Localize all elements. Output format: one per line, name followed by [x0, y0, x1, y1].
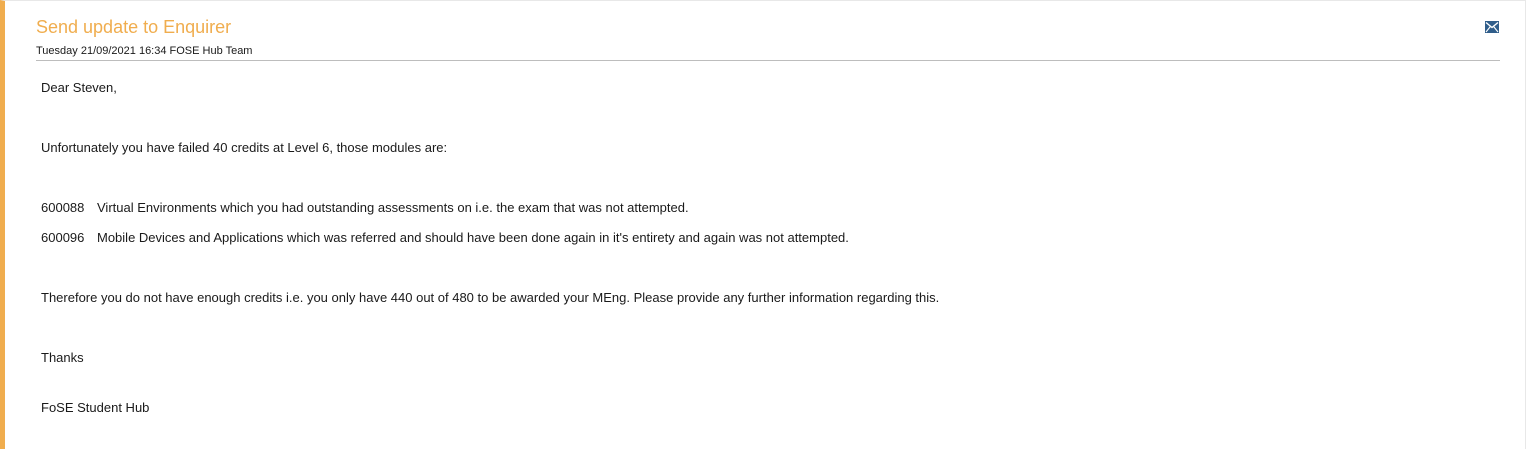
message-title: Send update to Enquirer [36, 17, 232, 37]
email-signature: FoSE Student Hub [41, 400, 150, 415]
email-intro: Unfortunately you have failed 40 credits… [41, 140, 448, 155]
message-card: Send update to Enquirer Tuesday 21/09/20… [0, 0, 1526, 449]
module-text: Mobile Devices and Applications which wa… [97, 230, 849, 245]
module-code: 600096 [41, 230, 85, 245]
message-meta: Tuesday 21/09/2021 16:34 FOSE Hub Team [36, 45, 253, 57]
email-summary: Therefore you do not have enough credits… [41, 290, 940, 305]
mail-icon[interactable] [1485, 21, 1499, 33]
mail-icon-glyph [1485, 21, 1499, 33]
message-header: Send update to Enquirer Tuesday 21/09/20… [36, 15, 1500, 61]
module-code: 600088 [41, 200, 85, 215]
module-line: 600096 Mobile Devices and Applications wh… [41, 229, 849, 247]
module-text: Virtual Environments which you had outst… [97, 200, 689, 215]
email-sign-off: Thanks [41, 350, 84, 365]
email-greeting: Dear Steven, [41, 80, 117, 95]
module-line: 600088 Virtual Environments which you had… [41, 199, 689, 217]
